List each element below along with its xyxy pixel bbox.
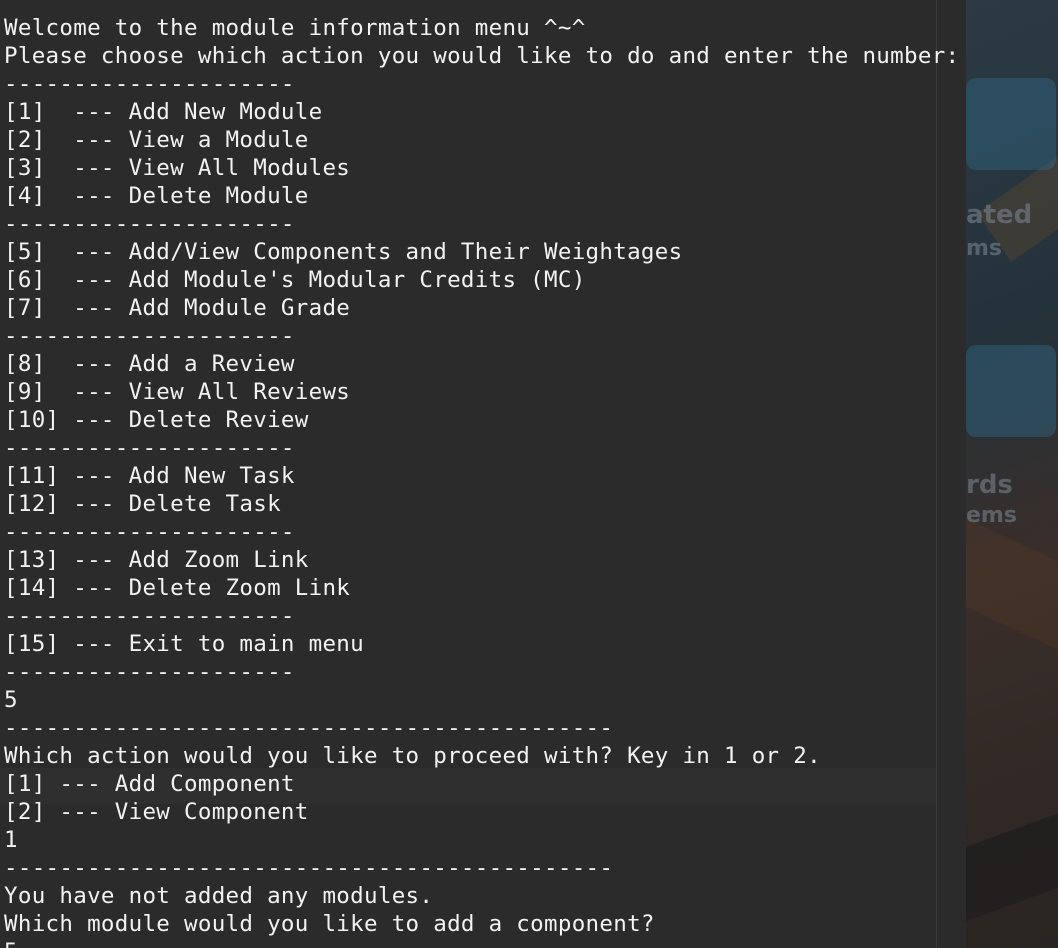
user-input-line: 5 [4,687,18,713]
menu-option: [5] --- Add/View Components and Their We… [4,239,683,265]
screen: ated ms rds ems Welcome to the module in… [0,0,1058,948]
terminal-line: You have not added any modules. [4,883,434,909]
separator-line: --------------------- [4,323,295,349]
user-input-line[interactable]: 5 [4,938,959,948]
menu-option: [1] --- Add Component [4,771,295,797]
background-app-text: ated [966,200,1033,230]
menu-option: [15] --- Exit to main menu [4,631,364,657]
menu-option: [2] --- View a Module [4,127,309,153]
menu-option: [14] --- Delete Zoom Link [4,575,351,601]
separator-line: --------------------- [4,435,295,461]
user-input-line: 1 [4,827,18,853]
background-card [966,78,1056,170]
terminal-window[interactable]: Welcome to the module information menu ^… [0,0,959,948]
terminal-line: Which action would you like to proceed w… [4,743,821,769]
separator-line: ----------------------------------------… [4,855,614,881]
menu-option: [12] --- Delete Task [4,491,281,517]
background-app-text: ems [966,503,1017,528]
separator-line: --------------------- [4,71,295,97]
separator-line: --------------------- [4,603,295,629]
menu-option: [7] --- Add Module Grade [4,295,351,321]
separator-line: ----------------------------------------… [4,715,614,741]
menu-option: [8] --- Add a Review [4,351,295,377]
background-app-text: rds [966,470,1013,500]
separator-line: --------------------- [4,519,295,545]
menu-option: [2] --- View Component [4,799,309,825]
menu-option: [13] --- Add Zoom Link [4,547,309,573]
menu-option: [9] --- View All Reviews [4,379,351,405]
menu-option: [11] --- Add New Task [4,463,295,489]
terminal-line: Please choose which action you would lik… [4,43,960,69]
menu-option: [10] --- Delete Review [4,407,309,433]
background-app-text: ms [966,236,1003,261]
terminal-line: Welcome to the module information menu ^… [4,15,586,41]
menu-option: [3] --- View All Modules [4,155,351,181]
menu-option: [4] --- Delete Module [4,183,309,209]
menu-option: [1] --- Add New Module [4,99,323,125]
separator-line: --------------------- [4,659,295,685]
separator-line: --------------------- [4,211,295,237]
terminal-line: Which module would you like to add a com… [4,911,655,937]
menu-option: [6] --- Add Module's Modular Credits (MC… [4,267,586,293]
background-card [966,345,1056,437]
terminal-output[interactable]: Welcome to the module information menu ^… [4,14,959,948]
